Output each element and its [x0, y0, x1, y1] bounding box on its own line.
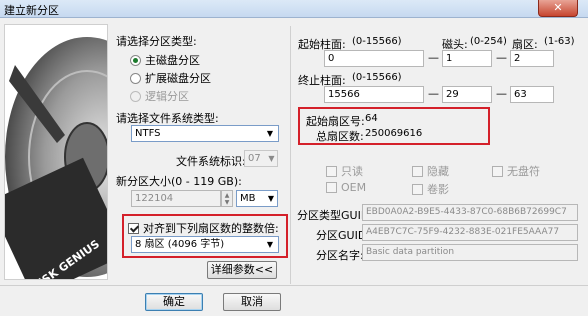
no-letter-label: 无盘符 — [507, 165, 540, 178]
start-head-input[interactable]: 1 — [442, 50, 492, 67]
fs-id-label: 文件系统标识: — [176, 155, 246, 168]
total-sectors-input[interactable]: 250069616 — [362, 126, 484, 143]
readonly-checkbox-row: 只读 — [326, 163, 363, 179]
end-cyl-input[interactable]: 15566 — [324, 86, 424, 103]
align-label: 对齐到下列扇区数的整数倍: — [143, 222, 279, 235]
close-icon: ✕ — [553, 1, 563, 14]
part-name-input: Basic data partition — [362, 244, 578, 261]
readonly-label: 只读 — [341, 165, 363, 178]
shadow-checkbox-row: 卷影 — [412, 181, 449, 197]
window-title: 建立新分区 — [4, 4, 59, 17]
start-cyl-value: 0 — [328, 53, 335, 64]
part-guid-value: A4EB7C7C-75F9-4232-883E-021FE5AAA77 — [366, 227, 560, 237]
cancel-button[interactable]: 取消 — [223, 293, 281, 311]
no-letter-checkbox-row: 无盘符 — [492, 163, 540, 179]
radio-primary[interactable]: 主磁盘分区 — [130, 52, 200, 68]
filesystem-value: NTFS — [135, 128, 161, 139]
radio-button — [130, 90, 141, 102]
size-unit-value: MB — [240, 193, 256, 204]
chevron-down-icon: ▼ — [268, 154, 275, 163]
end-sector-value: 63 — [514, 89, 527, 100]
oem-label: OEM — [341, 181, 367, 194]
chevron-down-icon: ▼ — [266, 240, 274, 249]
title-bar: 建立新分区 ✕ — [0, 0, 588, 18]
shadow-label: 卷影 — [427, 183, 449, 196]
column-divider — [290, 26, 291, 284]
align-checkbox[interactable] — [128, 222, 139, 234]
start-sector-value: 64 — [365, 113, 378, 124]
align-select[interactable]: 8 扇区 (4096 字节) ▼ — [131, 236, 279, 253]
radio-extended[interactable]: 扩展磁盘分区 — [130, 70, 211, 86]
hidden-checkbox-row: 隐藏 — [412, 163, 449, 179]
size-unit-select[interactable]: MB ▼ — [236, 190, 278, 207]
hidden-checkbox — [412, 165, 423, 177]
size-value: 122104 — [135, 193, 174, 204]
start-head-value: 1 — [446, 53, 453, 64]
align-value: 8 扇区 (4096 字节) — [135, 239, 225, 250]
footer-separator — [0, 285, 588, 286]
radio-label: 逻辑分区 — [145, 90, 189, 103]
end-head-input[interactable]: 29 — [442, 86, 492, 103]
start-sector-range: (1-63) — [544, 36, 575, 47]
part-guid-input: A4EB7C7C-75F9-4232-883E-021FE5AAA77 — [362, 224, 578, 241]
dash-separator: — — [496, 51, 507, 64]
radio-logical: 逻辑分区 — [130, 88, 189, 104]
close-button[interactable]: ✕ — [538, 0, 578, 17]
partition-type-label: 请选择分区类型: — [116, 35, 197, 48]
dash-separator: — — [428, 51, 439, 64]
fs-id-select: 07 ▼ — [244, 150, 278, 167]
oem-checkbox — [326, 182, 337, 193]
end-head-value: 29 — [446, 89, 459, 100]
end-sector-input[interactable]: 63 — [510, 86, 554, 103]
hard-disk-icon: DISK GENIUS — [5, 25, 107, 279]
start-sector-value: 2 — [514, 53, 521, 64]
start-sector-label: 起始扇区号: — [306, 115, 365, 128]
total-sectors-value: 250069616 — [365, 128, 423, 139]
end-cyl-value: 15566 — [328, 89, 360, 100]
filesystem-label: 请选择文件系统类型: — [116, 112, 219, 125]
total-sectors-label: 总扇区数: — [316, 130, 364, 143]
radio-label: 主磁盘分区 — [145, 54, 200, 67]
start-cyl-input[interactable]: 0 — [324, 50, 424, 67]
start-sector-input[interactable]: 2 — [510, 50, 554, 67]
align-checkbox-row[interactable]: 对齐到下列扇区数的整数倍: — [128, 220, 279, 236]
type-guid-input: EBD0A0A2-B9E5-4433-87C0-68B6B72699C7 — [362, 204, 578, 221]
dash-separator: — — [428, 87, 439, 100]
radio-label: 扩展磁盘分区 — [145, 72, 211, 85]
no-letter-checkbox — [492, 165, 503, 177]
readonly-checkbox — [326, 165, 337, 177]
filesystem-select[interactable]: NTFS ▼ — [131, 125, 279, 142]
end-cyl-range: (0-15566) — [352, 72, 402, 83]
part-name-value: Basic data partition — [366, 247, 455, 257]
ok-button[interactable]: 确定 — [145, 293, 203, 311]
radio-button[interactable] — [130, 54, 141, 66]
radio-button[interactable] — [130, 72, 141, 84]
size-label: 新分区大小(0 - 119 GB): — [116, 175, 242, 188]
disk-illustration: DISK GENIUS — [4, 24, 108, 280]
oem-checkbox-row: OEM — [326, 181, 366, 194]
hidden-label: 隐藏 — [427, 165, 449, 178]
detail-params-button[interactable]: 详细参数<< — [207, 261, 277, 279]
fs-id-value: 07 — [248, 153, 261, 164]
dash-separator: — — [496, 87, 507, 100]
shadow-checkbox — [412, 183, 423, 195]
size-input: 122104 — [131, 190, 221, 207]
type-guid-value: EBD0A0A2-B9E5-4433-87C0-68B6B72699C7 — [366, 207, 567, 217]
size-spinner: ▲ ▼ — [221, 190, 233, 207]
part-name-label: 分区名字: — [316, 249, 364, 262]
chevron-down-icon: ▼ — [267, 194, 275, 203]
chevron-down-icon: ▼ — [266, 129, 274, 138]
start-cyl-range: (0-15566) — [352, 36, 402, 47]
start-head-range: (0-254) — [470, 36, 507, 47]
